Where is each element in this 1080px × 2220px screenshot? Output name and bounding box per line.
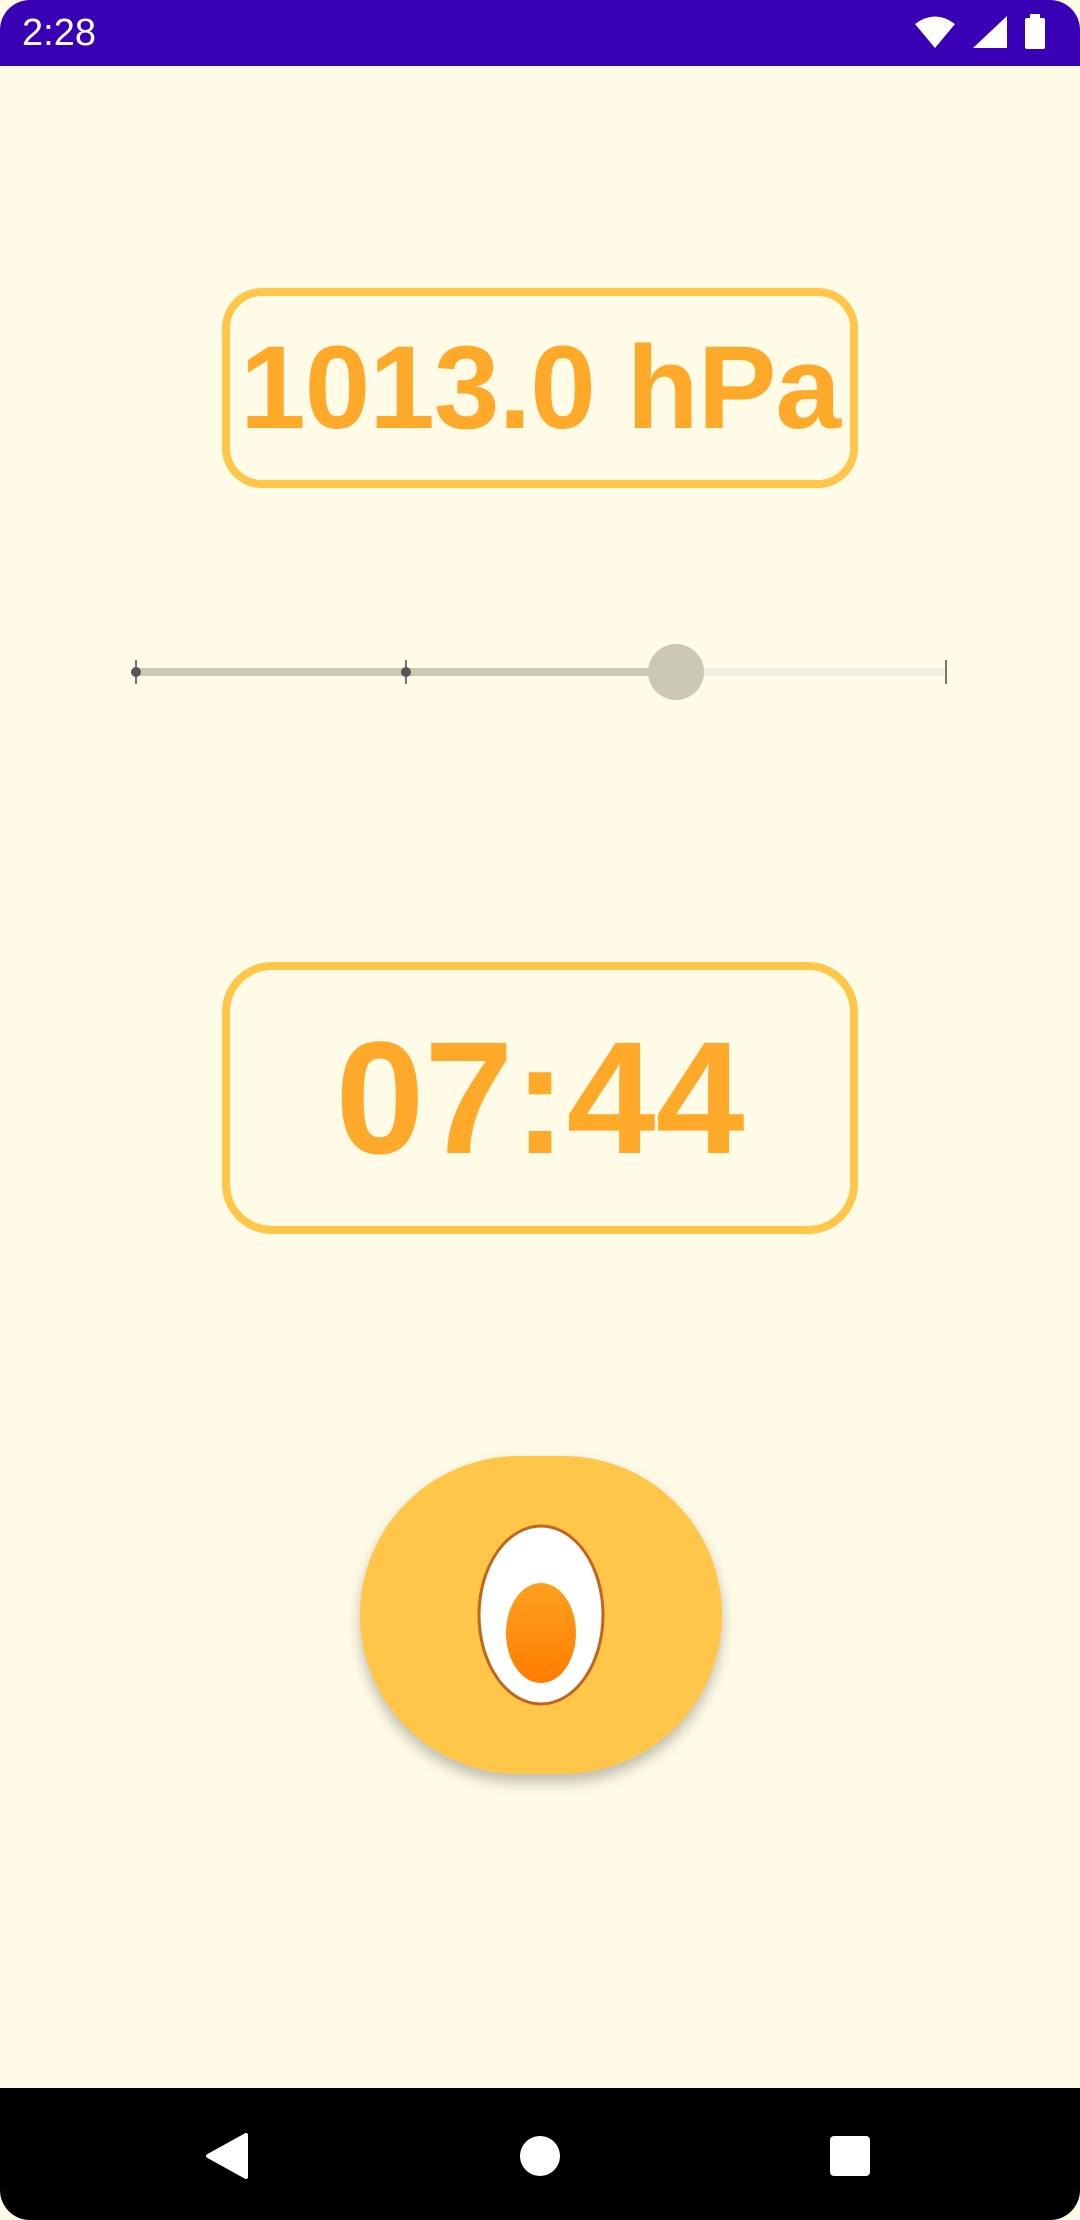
back-button[interactable] [186,2116,266,2196]
recents-button[interactable] [810,2116,890,2196]
home-icon [520,2136,560,2176]
slider-tick [945,660,947,684]
slider-tick-dot [400,667,411,677]
back-icon [206,2133,248,2179]
cell-signal-icon [973,16,1007,48]
egg-icon [477,1524,605,1706]
status-icons [914,14,1046,50]
pressure-display: 1013.0 hPa [222,288,858,488]
status-time: 2:28 [22,12,96,54]
pressure-value: 1013.0 hPa [239,322,841,454]
battery-icon [1025,14,1045,49]
timer-display: 07:44 [222,962,858,1234]
slider-tick-dot [131,667,141,677]
status-bar: 2:28 [0,0,1080,66]
wifi-icon [915,16,955,48]
recents-icon [830,2136,870,2176]
pressure-slider[interactable] [131,644,947,700]
slider-thumb[interactable] [648,644,705,700]
start-egg-button[interactable] [360,1456,722,1774]
navigation-bar [0,2088,1080,2220]
home-button[interactable] [500,2116,580,2196]
timer-value: 07:44 [335,1008,745,1187]
